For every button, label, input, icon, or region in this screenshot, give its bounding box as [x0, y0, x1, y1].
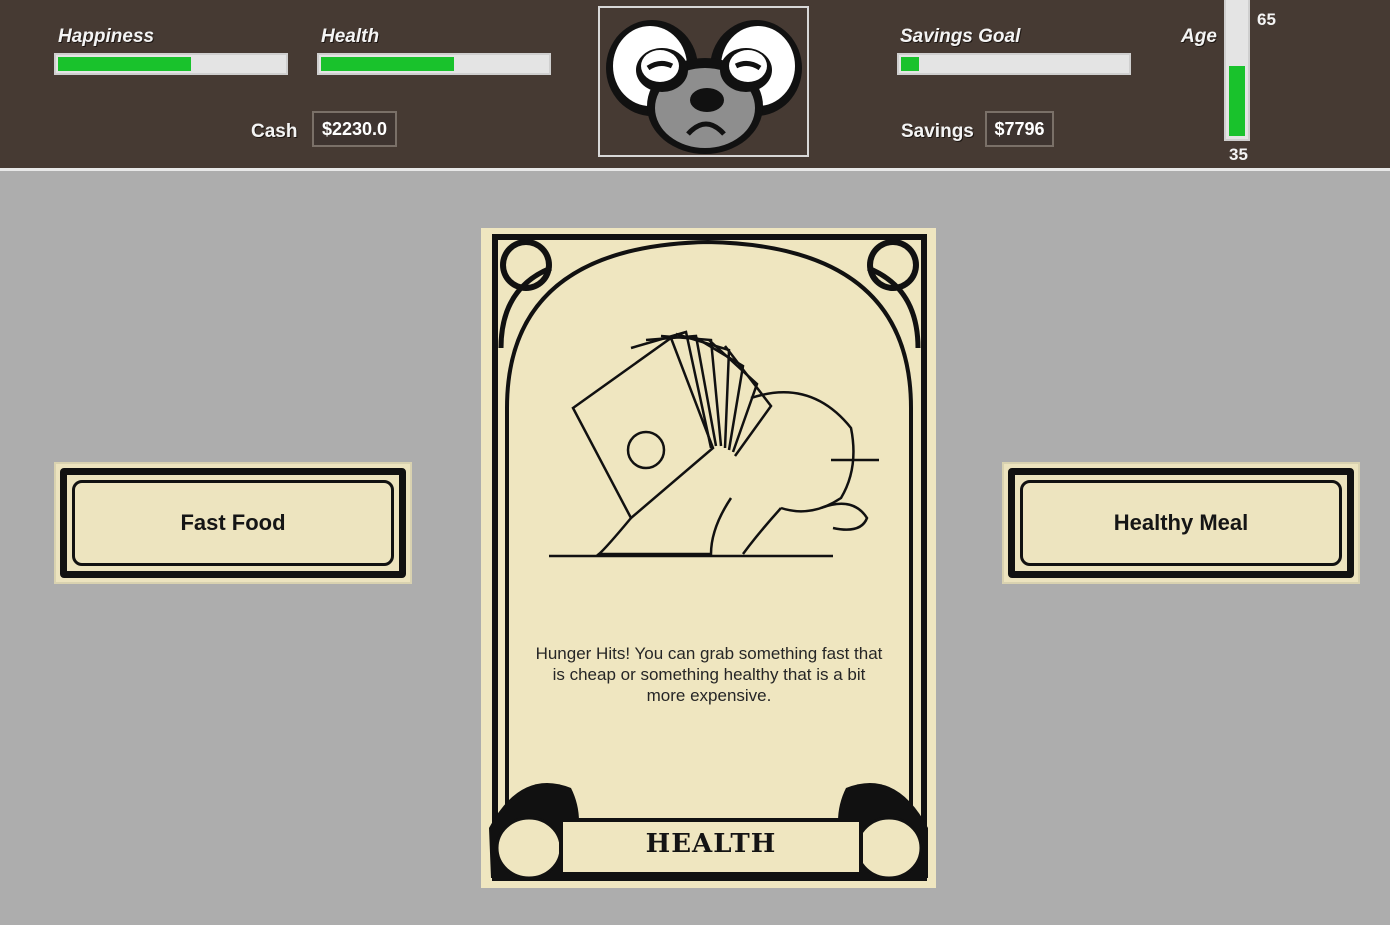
cash-value: $2230.0: [312, 111, 397, 147]
happiness-bar: [54, 53, 288, 75]
age-bar: [1224, 0, 1250, 141]
savings-goal-bar-fill: [901, 57, 920, 71]
event-card[interactable]: [481, 228, 936, 888]
fast-food-label: Fast Food: [180, 510, 286, 535]
fast-food-button[interactable]: Fast Food: [54, 462, 412, 584]
health-bar-fill: [321, 57, 455, 71]
stats-header: Happiness Health Cash $2230.0 Savings Go…: [0, 0, 1390, 171]
savings-value: $7796: [985, 111, 1054, 147]
sad-panda-face-icon: [606, 20, 802, 154]
health-label: Health: [321, 26, 380, 47]
savings-goal-label: Savings Goal: [900, 26, 1021, 47]
card-ornamental-frame: [489, 234, 928, 881]
age-max-label: 65: [1257, 10, 1276, 29]
healthy-meal-button[interactable]: Healthy Meal: [1002, 462, 1360, 584]
avatar: [598, 6, 809, 157]
savings-goal-bar: [897, 53, 1131, 75]
hungry-figure-illustration: [549, 330, 879, 558]
age-bar-fill: [1229, 65, 1245, 136]
healthy-meal-label: Healthy Meal: [1113, 510, 1249, 535]
happiness-label: Happiness: [58, 26, 155, 47]
health-bar: [317, 53, 551, 75]
happiness-bar-fill: [58, 57, 192, 71]
cash-label: Cash: [251, 121, 298, 142]
event-description: Hunger Hits! You can grab something fast…: [535, 644, 883, 705]
savings-label: Savings: [901, 121, 974, 142]
age-min-label: 35: [1229, 145, 1248, 164]
card-category-title: HEALTH: [645, 829, 777, 859]
age-label: Age: [1181, 26, 1217, 47]
